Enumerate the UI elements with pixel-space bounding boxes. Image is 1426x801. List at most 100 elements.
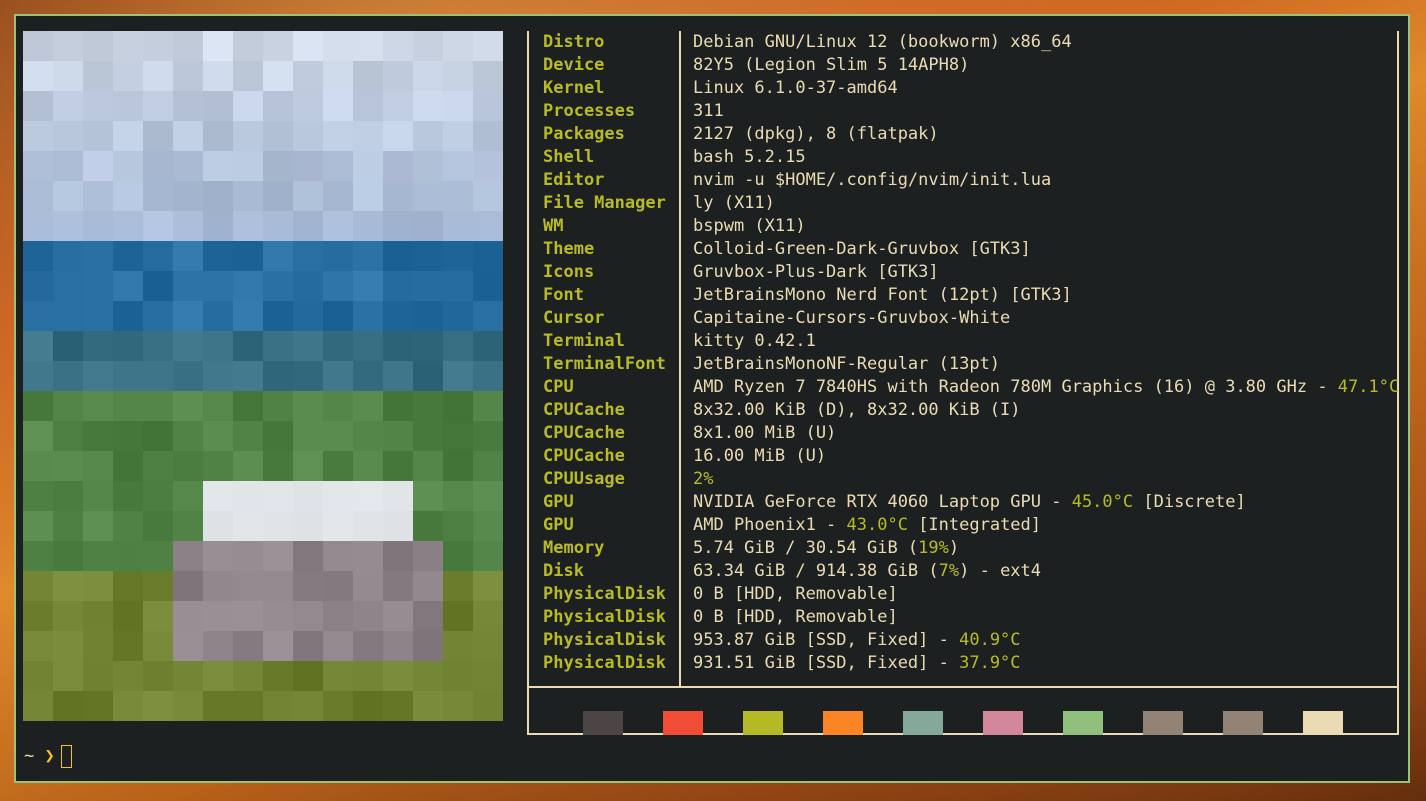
info-value-text: JetBrainsMonoNF-Regular (13pt) [693,354,1001,374]
info-value: Debian GNU/Linux 12 (bookworm) x86_64 [693,31,1072,54]
terminal-window[interactable]: Distro Debian GNU/Linux 12 (bookworm) x86… [14,14,1410,783]
palette-separator [529,686,1397,688]
info-value-text: ly (X11) [693,193,775,213]
info-key: Cursor [543,308,605,328]
palette-swatch [1303,711,1343,735]
info-value-text: NVIDIA GeForce RTX 4060 Laptop GPU - [693,492,1072,512]
info-key: GPU [543,492,574,512]
fastfetch-logo-image [23,31,503,721]
info-value: nvim -u $HOME/.config/nvim/init.lua [693,169,1051,192]
info-value-text: 8x32.00 KiB (D), 8x32.00 KiB (I) [693,400,1021,420]
info-value-text: 63.34 GiB / 914.38 GiB ( [693,561,939,581]
info-key: CPUCache [543,423,625,443]
info-key: File Manager [543,193,666,213]
info-value: Gruvbox-Plus-Dark [GTK3] [693,261,939,284]
info-value: 0 B [HDD, Removable] [693,606,898,629]
info-key: Distro [543,32,605,52]
info-value-highlight: 2% [693,469,714,489]
info-key: TerminalFont [543,354,666,374]
info-value-text: ) [948,538,960,558]
info-value-text: Capitaine-Cursors-Gruvbox-White [693,308,1011,328]
info-value-text: 931.51 GiB [SSD, Fixed] - [693,653,960,673]
prompt-dir: ~ [24,746,35,766]
info-key: Terminal [543,331,625,351]
info-value-text: bash 5.2.15 [693,147,806,167]
info-value-text: kitty 0.42.1 [693,331,816,351]
palette-swatch [663,711,703,735]
info-value-text: 5.74 GiB / 30.54 GiB ( [693,538,919,558]
info-value-text: 953.87 GiB [SSD, Fixed] - [693,630,960,650]
info-value-text: Debian GNU/Linux 12 (bookworm) x86_64 [693,32,1072,52]
info-key: Icons [543,262,595,282]
info-value: AMD Ryzen 7 7840HS with Radeon 780M Grap… [693,376,1399,399]
info-value-text: ) - ext4 [959,561,1042,581]
prompt-arrow-icon: ❯ [44,746,55,766]
info-key: PhysicalDisk [543,584,666,604]
info-value: kitty 0.42.1 [693,330,816,353]
info-value-highlight: 7% [938,561,960,581]
info-key: Kernel [543,78,605,98]
info-key: Font [543,285,584,305]
shell-prompt[interactable]: ~ ❯ [24,744,72,768]
info-key: CPUUsage [543,469,625,489]
info-value-text: [Discrete] [1133,492,1246,512]
info-value-text: nvim -u $HOME/.config/nvim/init.lua [693,170,1052,190]
info-key: PhysicalDisk [543,630,666,650]
info-key: CPU [543,377,574,397]
palette-swatch [983,711,1023,735]
info-key: PhysicalDisk [543,653,666,673]
palette-swatch [1063,711,1103,735]
info-key: Disk [543,561,584,581]
info-value: 82Y5 (Legion Slim 5 14APH8) [693,54,969,77]
info-value-text: 8x1.00 MiB (U) [693,423,837,443]
info-value: 8x1.00 MiB (U) [693,422,836,445]
info-value-highlight: 37.9°C [959,653,1021,673]
info-key: CPUCache [543,446,625,466]
info-value-highlight: 45.0°C [1071,492,1134,512]
info-value: bspwm (X11) [693,215,806,238]
info-value: 953.87 GiB [SSD, Fixed] - 40.9°C [693,629,1021,652]
info-value-text: bspwm (X11) [693,216,806,236]
info-value-text: [Integrated] [907,515,1042,535]
info-value: JetBrainsMonoNF-Regular (13pt) [693,353,1000,376]
info-key: Theme [543,239,595,259]
info-key: CPUCache [543,400,625,420]
cursor-block [60,744,72,768]
info-key: Packages [543,124,625,144]
info-key: Editor [543,170,605,190]
info-key: PhysicalDisk [543,607,666,627]
palette-swatch [903,711,943,735]
info-value: Colloid-Green-Dark-Gruvbox [GTK3] [693,238,1031,261]
info-value: 2% [693,468,713,491]
info-value-highlight: 19% [918,538,949,558]
info-value-text: 2127 (dpkg), 8 (flatpak) [693,124,939,144]
info-value-highlight: 43.0°C [846,515,908,535]
info-value-text: Gruvbox-Plus-Dark [GTK3] [693,262,939,282]
info-value: 63.34 GiB / 914.38 GiB (7%) - ext4 [693,560,1041,583]
column-separator [679,31,681,686]
info-key: GPU [543,515,574,535]
info-value: 2127 (dpkg), 8 (flatpak) [693,123,939,146]
info-value: Linux 6.1.0-37-amd64 [693,77,898,100]
palette-swatch [1143,711,1183,735]
info-value: 311 [693,100,724,123]
info-value-text: Linux 6.1.0-37-amd64 [693,78,898,98]
info-value: AMD Phoenix1 - 43.0°C [Integrated] [693,514,1041,537]
info-value-text: JetBrainsMono Nerd Font (12pt) [GTK3] [693,285,1072,305]
info-key: Processes [543,101,636,121]
info-value-highlight: 47.1°C [1337,377,1400,397]
info-value: 931.51 GiB [SSD, Fixed] - 37.9°C [693,652,1021,675]
info-key: Device [543,55,605,75]
info-value: 5.74 GiB / 30.54 GiB (19%) [693,537,959,560]
info-value-highlight: 40.9°C [959,630,1021,650]
info-value: bash 5.2.15 [693,146,806,169]
info-value: NVIDIA GeForce RTX 4060 Laptop GPU - 45.… [693,491,1246,514]
info-value: 8x32.00 KiB (D), 8x32.00 KiB (I) [693,399,1021,422]
palette-swatch [1223,711,1263,735]
info-value-text: Colloid-Green-Dark-Gruvbox [GTK3] [693,239,1031,259]
info-value: JetBrainsMono Nerd Font (12pt) [GTK3] [693,284,1072,307]
palette-swatch [583,711,623,735]
info-value: 0 B [HDD, Removable] [693,583,898,606]
info-value-text: AMD Ryzen 7 7840HS with Radeon 780M Grap… [693,377,1338,397]
info-frame: Distro Debian GNU/Linux 12 (bookworm) x86… [527,31,1399,735]
